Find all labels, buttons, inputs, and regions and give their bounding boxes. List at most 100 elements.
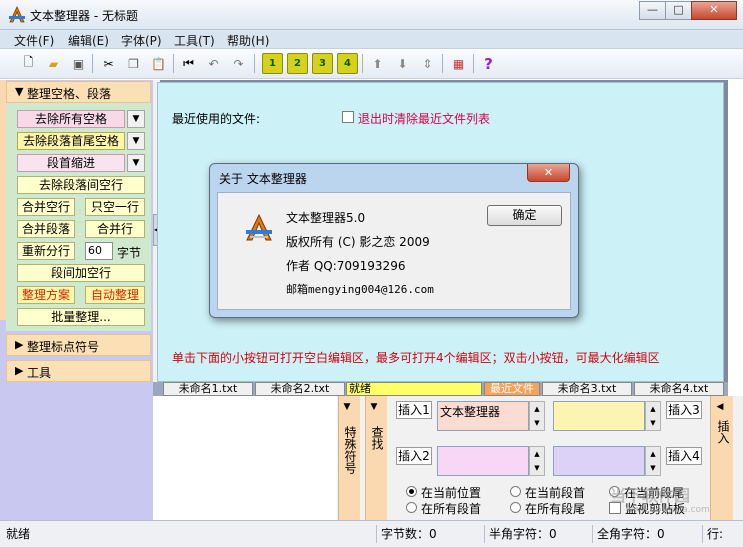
help-icon: ? xyxy=(484,54,493,73)
paste-button[interactable]: 📋 xyxy=(148,53,169,74)
special-symbols-label: 特殊符号 xyxy=(343,426,357,474)
menu-file[interactable]: 文件(F) xyxy=(14,32,54,49)
find-panel[interactable]: ▼ 查找 xyxy=(365,396,387,520)
scissors-icon: ✂ xyxy=(103,56,114,71)
keep-one-line-button[interactable]: 只空一行 xyxy=(85,198,145,216)
save-button[interactable]: ▣ xyxy=(68,53,89,74)
title-bar: 文本整理器 - 无标题 — □ ✕ xyxy=(0,0,743,30)
indent-button[interactable]: 段首缩进 xyxy=(17,154,125,172)
remove-head-tail-dropdown[interactable]: ▼ xyxy=(127,132,145,150)
color-grid-icon: ▦ xyxy=(452,56,465,71)
close-button[interactable]: ✕ xyxy=(691,1,737,20)
insert-side-panel[interactable]: ◀ 插入 xyxy=(710,396,733,520)
insert-3-scrollbar[interactable]: ▲ ▼ xyxy=(645,401,661,431)
resplit-button[interactable]: 重新分行 xyxy=(17,242,75,260)
insert-1-button[interactable]: 插入1 xyxy=(396,401,432,419)
copy-button[interactable]: ❐ xyxy=(123,53,144,74)
tab-untitled-3[interactable]: 未命名3.txt xyxy=(542,382,632,396)
remove-all-spaces-dropdown[interactable]: ▼ xyxy=(127,110,145,128)
special-symbols-panel[interactable]: ▼ 特殊符号 xyxy=(338,396,360,520)
menu-edit[interactable]: 编辑(E) xyxy=(68,32,109,49)
insert-2-text[interactable] xyxy=(437,446,529,476)
indent-dropdown[interactable]: ▼ xyxy=(127,154,145,172)
resplit-unit-label: 字节 xyxy=(117,246,142,260)
menu-font[interactable]: 字体(P) xyxy=(121,32,162,49)
auto-arrange-button[interactable]: 自动整理 xyxy=(85,286,145,304)
insert-1-text[interactable]: 文本整理器 xyxy=(437,401,529,431)
tab-untitled-1[interactable]: 未命名1.txt xyxy=(163,382,253,396)
tab-untitled-4[interactable]: 未命名4.txt xyxy=(634,382,724,396)
cut-button[interactable]: ✂ xyxy=(98,53,119,74)
redo-icon: ↷ xyxy=(233,56,244,71)
clear-recent-checkbox[interactable] xyxy=(342,111,354,123)
insert-1-scrollbar[interactable]: ▲ ▼ xyxy=(529,401,545,431)
arrow-up-icon: ⬆ xyxy=(372,56,383,71)
tab-recent-files[interactable]: 最近文件 xyxy=(484,382,540,396)
remove-head-tail-button[interactable]: 去除段落首尾空格 xyxy=(17,132,125,150)
swap-button[interactable]: ⇕ xyxy=(417,53,438,74)
radio-all-para-start-label: 在所有段首 xyxy=(421,502,482,516)
insert-3-text[interactable] xyxy=(553,401,645,431)
jump-start-button[interactable]: ⏮ xyxy=(178,53,199,74)
redo-button[interactable]: ↷ xyxy=(228,53,249,74)
radio-all-para-end[interactable] xyxy=(510,502,521,513)
move-up-button[interactable]: ⬆ xyxy=(367,53,388,74)
radio-all-para-end-label: 在所有段尾 xyxy=(525,502,586,516)
insert-2-scrollbar[interactable]: ▲ ▼ xyxy=(529,446,545,476)
editor-1-button[interactable]: 1 xyxy=(262,53,283,74)
undo-button[interactable]: ↶ xyxy=(203,53,224,74)
clear-recent-label[interactable]: 退出时清除最近文件列表 xyxy=(358,110,490,127)
editor-3-button[interactable]: 3 xyxy=(312,53,333,74)
save-icon: ▣ xyxy=(72,56,85,71)
dialog-email: 邮箱mengying004@126.com xyxy=(286,283,434,296)
watermark-url: www.downxia.com xyxy=(626,505,710,515)
scroll-arrows-icon: ▲ ▼ xyxy=(650,405,656,427)
radio-current-position[interactable] xyxy=(406,486,417,497)
dialog-body: 文本整理器5.0 版权所有 (C) 影之恋 2009 作者 QQ:7091932… xyxy=(217,192,571,310)
maximize-button[interactable]: □ xyxy=(665,1,692,20)
move-down-button[interactable]: ⬇ xyxy=(392,53,413,74)
editor-2-button[interactable]: 2 xyxy=(287,53,308,74)
arrow-updown-icon: ⇕ xyxy=(422,56,433,71)
help-button[interactable]: ? xyxy=(478,53,499,74)
dialog-copyright: 版权所有 (C) 影之恋 2009 xyxy=(286,235,430,249)
ready-indicator: 就绪 xyxy=(346,382,482,396)
section-spaces-header[interactable]: ▼ 整理空格、段落 xyxy=(6,81,151,103)
status-full-width: 全角字符：0 xyxy=(592,525,700,543)
menu-tools[interactable]: 工具(T) xyxy=(174,32,215,49)
section-tools-header[interactable]: ▶ 工具 xyxy=(6,360,151,382)
ok-button[interactable]: 确定 xyxy=(487,205,562,226)
maximize-icon: □ xyxy=(673,3,684,16)
merge-blank-button[interactable]: 合并空行 xyxy=(17,198,75,216)
insert-3-button[interactable]: 插入3 xyxy=(666,401,702,419)
expand-arrow-icon: ▶ xyxy=(15,364,24,377)
open-file-button[interactable]: ▰ xyxy=(43,53,64,74)
section-punctuation-header[interactable]: ▶ 整理标点符号 xyxy=(6,334,151,356)
menu-help[interactable]: 帮助(H) xyxy=(227,32,269,49)
radio-all-para-start[interactable] xyxy=(406,502,417,513)
insert-4-text[interactable] xyxy=(553,446,645,476)
tab-untitled-2[interactable]: 未命名2.txt xyxy=(255,382,345,396)
new-file-button[interactable]: 🗋 xyxy=(18,53,39,74)
arrow-down-icon: ⬇ xyxy=(397,56,408,71)
status-bar: 就绪 字节数：0 半角字符：0 全角字符：0 行: xyxy=(0,520,743,547)
merge-paragraph-button[interactable]: 合并段落 xyxy=(17,220,75,238)
insert-2-button[interactable]: 插入2 xyxy=(396,447,432,465)
minimize-icon: — xyxy=(647,3,658,16)
insert-4-button[interactable]: 插入4 xyxy=(666,447,702,465)
resplit-bytes-input[interactable]: 60 xyxy=(85,242,113,260)
add-blank-lines-button[interactable]: 段间加空行 xyxy=(17,264,145,282)
remove-blank-lines-button[interactable]: 去除段落间空行 xyxy=(17,176,145,194)
minimize-button[interactable]: — xyxy=(639,1,666,20)
jump-start-icon: ⏮ xyxy=(183,56,194,70)
remove-all-spaces-button[interactable]: 去除所有空格 xyxy=(17,110,125,128)
radio-current-para-start[interactable] xyxy=(510,486,521,497)
scheme-button[interactable]: 整理方案 xyxy=(17,286,75,304)
dialog-close-button[interactable]: ✕ xyxy=(527,164,570,182)
editor-4-button[interactable]: 4 xyxy=(337,53,358,74)
merge-lines-button[interactable]: 合并行 xyxy=(85,220,145,238)
color-button[interactable]: ▦ xyxy=(448,53,469,74)
app-logo-icon xyxy=(246,213,272,241)
batch-arrange-button[interactable]: 批量整理... xyxy=(17,308,145,326)
insert-4-scrollbar[interactable]: ▲ ▼ xyxy=(645,446,661,476)
